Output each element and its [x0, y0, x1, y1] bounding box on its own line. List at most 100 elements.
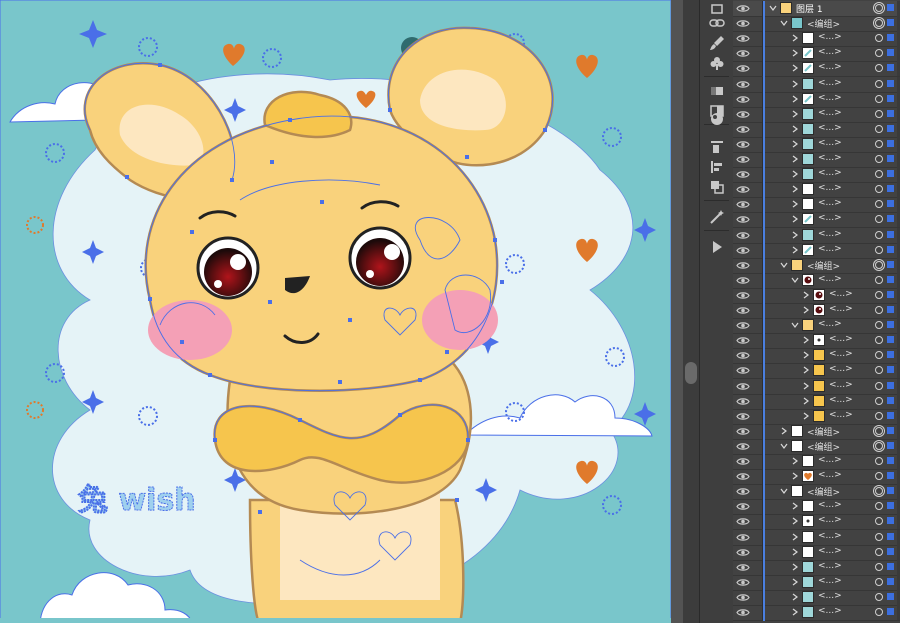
target-circle-icon[interactable]	[875, 185, 883, 194]
sublayer-row[interactable]: <...>	[733, 529, 900, 546]
sublayer-row[interactable]: <...>	[733, 589, 900, 606]
selection-indicator[interactable]	[887, 290, 894, 298]
target-circle-icon[interactable]	[875, 608, 883, 616]
selection-indicator[interactable]	[887, 547, 894, 555]
club-symbol-icon[interactable]	[706, 52, 727, 73]
selection-indicator[interactable]	[887, 351, 894, 359]
chevron-down-icon[interactable]	[780, 487, 788, 495]
chevron-right-icon[interactable]	[791, 155, 799, 163]
selection-indicator[interactable]	[887, 109, 894, 117]
chevron-right-icon[interactable]	[791, 548, 799, 556]
lock-toggle[interactable]	[751, 1, 763, 16]
selection-indicator[interactable]	[887, 577, 894, 585]
selection-indicator[interactable]	[887, 608, 894, 615]
lock-toggle[interactable]	[751, 272, 763, 288]
chevron-down-icon[interactable]	[791, 276, 799, 284]
sublayer-row[interactable]: <...>	[733, 393, 900, 410]
sublayer-row[interactable]: <...>	[733, 333, 900, 350]
visibility-eye-icon[interactable]	[736, 124, 750, 135]
visibility-eye-icon[interactable]	[736, 396, 750, 407]
sublayer-row[interactable]: <...>	[733, 167, 900, 184]
visibility-eye-icon[interactable]	[736, 365, 750, 376]
lock-toggle[interactable]	[751, 378, 763, 394]
lock-toggle[interactable]	[751, 333, 763, 349]
lock-toggle[interactable]	[751, 303, 763, 318]
chevron-right-icon[interactable]	[802, 412, 810, 420]
visibility-eye-icon[interactable]	[736, 411, 750, 422]
lock-toggle[interactable]	[751, 559, 763, 575]
chevron-right-icon[interactable]	[791, 457, 799, 465]
target-circle-icon[interactable]	[875, 321, 883, 330]
chevron-right-icon[interactable]	[791, 231, 799, 239]
selection-indicator[interactable]	[887, 4, 894, 11]
scrollbar-thumb[interactable]	[685, 362, 697, 384]
visibility-eye-icon[interactable]	[736, 3, 750, 14]
selection-indicator[interactable]	[887, 124, 894, 132]
target-circle-icon[interactable]	[875, 562, 883, 571]
visibility-eye-icon[interactable]	[736, 290, 750, 301]
selection-indicator[interactable]	[887, 426, 894, 434]
selection-indicator[interactable]	[887, 139, 894, 147]
appearance-icon[interactable]	[706, 108, 727, 129]
sublayer-row[interactable]: <...>	[733, 454, 900, 470]
visibility-eye-icon[interactable]	[736, 607, 750, 618]
chevron-right-icon[interactable]	[791, 80, 799, 88]
chevron-right-icon[interactable]	[791, 170, 799, 178]
chevron-right-icon[interactable]	[791, 49, 799, 57]
sublayer-row[interactable]: <...>	[733, 91, 900, 108]
lock-toggle[interactable]	[751, 46, 763, 62]
target-circle-icon[interactable]	[875, 381, 883, 390]
lock-toggle[interactable]	[751, 589, 763, 605]
chevron-right-icon[interactable]	[791, 472, 799, 480]
selection-indicator[interactable]	[887, 49, 894, 57]
visibility-eye-icon[interactable]	[736, 169, 750, 180]
lock-toggle[interactable]	[751, 605, 763, 620]
selection-indicator[interactable]	[887, 441, 894, 449]
sublayer-row[interactable]: <...>	[733, 348, 900, 365]
selection-indicator[interactable]	[887, 155, 894, 162]
visibility-eye-icon[interactable]	[736, 260, 750, 271]
sublayer-row[interactable]: <...>	[733, 152, 900, 168]
sublayer-row[interactable]: <...>	[733, 574, 900, 591]
target-circle-icon[interactable]	[875, 502, 883, 511]
chevron-right-icon[interactable]	[791, 34, 799, 42]
lock-toggle[interactable]	[751, 212, 763, 228]
lock-toggle[interactable]	[751, 121, 763, 137]
chevron-right-icon[interactable]	[791, 215, 799, 223]
lock-toggle[interactable]	[751, 242, 763, 258]
lock-toggle[interactable]	[751, 136, 763, 152]
target-circle-icon[interactable]	[875, 336, 883, 345]
sublayer-row[interactable]: <...>	[733, 514, 900, 531]
target-circle-icon[interactable]	[875, 260, 883, 269]
sublayer-row[interactable]: <...>	[733, 559, 900, 576]
lock-toggle[interactable]	[751, 574, 763, 590]
lock-toggle[interactable]	[751, 514, 763, 530]
group-row[interactable]: <编组>	[733, 438, 900, 455]
sublayer-row[interactable]: <...>	[733, 242, 900, 259]
selection-indicator[interactable]	[887, 275, 894, 283]
visibility-eye-icon[interactable]	[736, 562, 750, 573]
target-circle-icon[interactable]	[875, 245, 883, 254]
visibility-eye-icon[interactable]	[736, 33, 750, 44]
target-circle-icon[interactable]	[875, 230, 883, 239]
visibility-eye-icon[interactable]	[736, 426, 750, 437]
selection-indicator[interactable]	[887, 562, 894, 570]
target-circle-icon[interactable]	[875, 4, 883, 12]
target-circle-icon[interactable]	[875, 487, 883, 496]
sublayer-row[interactable]: <...>	[733, 182, 900, 199]
lock-toggle[interactable]	[751, 393, 763, 409]
selection-indicator[interactable]	[887, 64, 894, 72]
selection-indicator[interactable]	[887, 336, 894, 344]
target-circle-icon[interactable]	[875, 592, 883, 601]
lock-toggle[interactable]	[751, 16, 763, 32]
lock-toggle[interactable]	[751, 31, 763, 47]
target-circle-icon[interactable]	[875, 472, 883, 481]
target-circle-icon[interactable]	[875, 547, 883, 556]
lock-toggle[interactable]	[751, 408, 763, 424]
selection-indicator[interactable]	[887, 472, 894, 480]
lock-toggle[interactable]	[751, 348, 763, 364]
visibility-eye-icon[interactable]	[736, 335, 750, 346]
chevron-right-icon[interactable]	[802, 397, 810, 405]
selection-indicator[interactable]	[887, 215, 894, 223]
lock-toggle[interactable]	[751, 197, 763, 213]
